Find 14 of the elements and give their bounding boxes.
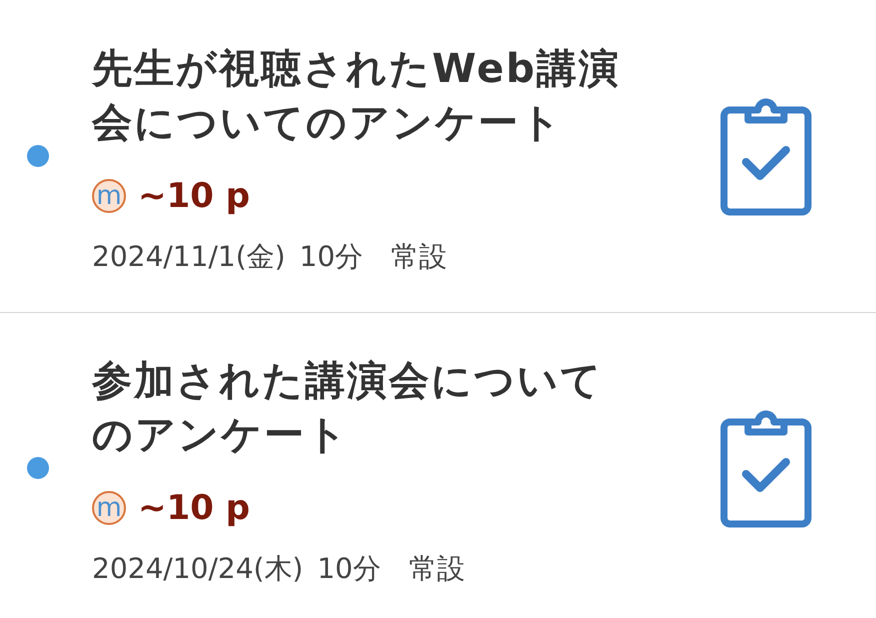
point-icon: m xyxy=(92,490,126,524)
survey-title[interactable]: 先生が視聴されたWeb講演会についてのアンケート xyxy=(92,42,637,150)
point-icon: m xyxy=(92,179,126,213)
clipboard-check-icon[interactable] xyxy=(720,96,812,216)
survey-category: 常設 xyxy=(408,550,465,586)
clipboard-check-icon[interactable] xyxy=(720,408,812,528)
points-value: ~10 p xyxy=(138,488,250,528)
survey-date: 2024/11/1(金) xyxy=(92,239,286,275)
survey-date: 2024/10/24(木) xyxy=(92,550,304,586)
survey-title[interactable]: 参加された講演会についてのアンケート xyxy=(92,354,637,462)
survey-duration: 10分 xyxy=(317,550,381,586)
survey-category: 常設 xyxy=(391,239,448,275)
survey-duration: 10分 xyxy=(299,239,364,275)
points-value: ~10 p xyxy=(138,176,250,216)
